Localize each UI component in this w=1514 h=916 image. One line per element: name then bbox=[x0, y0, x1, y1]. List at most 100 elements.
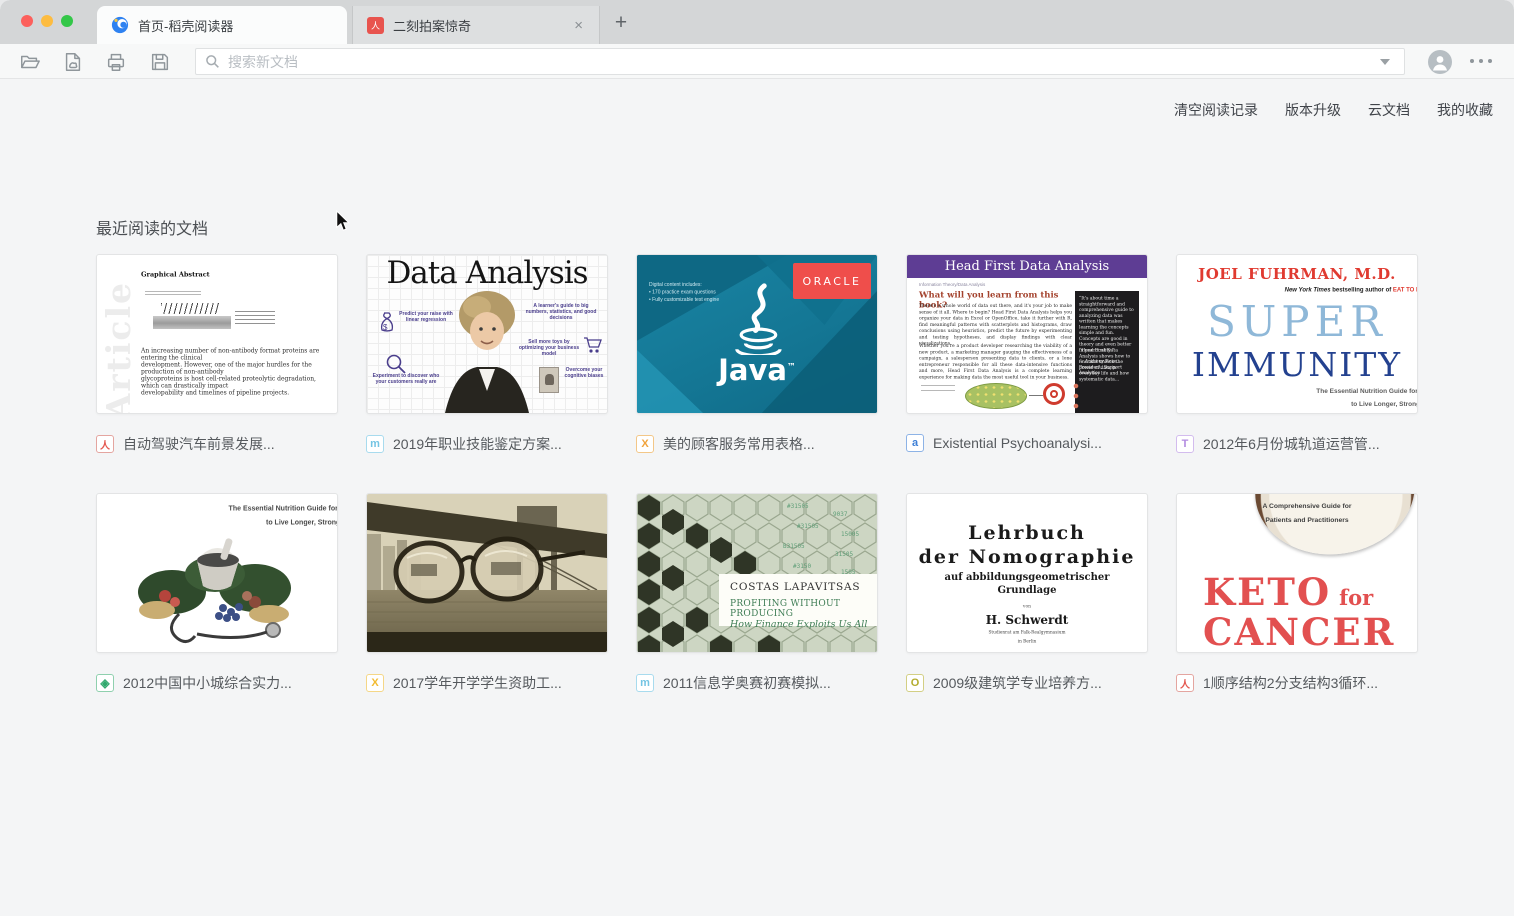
shopping-cart-icon bbox=[583, 335, 603, 355]
mouse-cursor bbox=[335, 210, 350, 233]
file-type-icon-m: m bbox=[636, 674, 654, 692]
document-thumbnail[interactable]: Lehrbuch der Nomographie auf abbildungsg… bbox=[906, 493, 1148, 653]
document-thumbnail[interactable]: JOEL FUHRMAN, M.D. New York Times bestse… bbox=[1176, 254, 1418, 414]
cover-watermark: Article bbox=[99, 281, 138, 414]
new-document-icon[interactable] bbox=[62, 51, 84, 73]
cover-paragraph: Whether you're a product developer resea… bbox=[919, 343, 1072, 381]
cover-paragraph: There's a whole world of data out there,… bbox=[919, 303, 1072, 347]
document-card[interactable]: X 2017学年开学学生资助工... bbox=[366, 493, 608, 693]
document-card[interactable]: JOEL FUHRMAN, M.D. New York Times bestse… bbox=[1176, 254, 1418, 454]
file-type-icon-o: O bbox=[906, 674, 924, 692]
favorites-link[interactable]: 我的收藏 bbox=[1437, 100, 1493, 120]
cover-title: KETOfor bbox=[1203, 570, 1373, 614]
file-type-icon-x: X bbox=[636, 435, 654, 453]
document-title[interactable]: 自动驾驶汽车前景发展... bbox=[123, 434, 275, 454]
cover-subtitle: How Finance Exploits Us All bbox=[730, 619, 877, 630]
document-title[interactable]: 2017学年开学学生资助工... bbox=[393, 673, 562, 693]
clear-history-link[interactable]: 清空阅读记录 bbox=[1174, 100, 1258, 120]
cover-subtitle: auf abbildungsgeometrischer bbox=[907, 572, 1147, 583]
document-card[interactable]: A Comprehensive Guide for Patients and P… bbox=[1176, 493, 1418, 693]
cover-title: der Nomographie bbox=[907, 546, 1147, 568]
cover-title-top: SUPER bbox=[1177, 297, 1417, 346]
window-zoom-button[interactable] bbox=[61, 15, 73, 27]
cover-tagline: New York Times bestselling author of EAT… bbox=[1177, 286, 1418, 293]
oracle-badge: ORACLE bbox=[793, 263, 871, 299]
more-menu-icon[interactable] bbox=[1470, 59, 1498, 63]
document-title[interactable]: 2012中国中小城综合实力... bbox=[123, 673, 292, 693]
search-icon bbox=[205, 54, 220, 69]
document-thumbnail[interactable]: #315059037 #3150515005 B3150531505 #3150… bbox=[636, 493, 878, 653]
svg-text:15005: 15005 bbox=[841, 531, 859, 538]
top-nav-links: 清空阅读记录 版本升级 云文档 我的收藏 bbox=[1174, 100, 1493, 120]
document-title[interactable]: 2012年6月份城轨道运营管... bbox=[1203, 434, 1380, 454]
tab-close-icon[interactable]: × bbox=[572, 17, 585, 34]
document-title[interactable]: Existential Psychoanalysi... bbox=[933, 435, 1102, 451]
cover-title: Java™ bbox=[637, 353, 877, 387]
document-title[interactable]: 2019年职业技能鉴定方案... bbox=[393, 434, 562, 454]
file-type-icon-wps: ◈ bbox=[96, 674, 114, 692]
document-thumbnail[interactable]: The Essential Nutrition Guide for Boosti… bbox=[96, 493, 338, 653]
document-card[interactable]: The Essential Nutrition Guide for Boosti… bbox=[96, 493, 338, 693]
cover-title: Data Analysis bbox=[367, 255, 607, 291]
document-title[interactable]: 2011信息学奥赛初赛模拟... bbox=[663, 673, 831, 693]
toolbar bbox=[0, 44, 1514, 79]
cover-food-illustration bbox=[127, 530, 307, 650]
document-card[interactable]: Head First Data Analysis Information The… bbox=[906, 254, 1148, 454]
search-dropdown-icon[interactable] bbox=[1380, 59, 1390, 65]
cover-text-line: An increasing number of non-antibody for… bbox=[141, 347, 321, 361]
magnifier-icon bbox=[385, 353, 407, 375]
cover-banner: Head First Data Analysis bbox=[907, 255, 1147, 278]
cover-author: JOEL FUHRMAN, M.D. bbox=[1177, 265, 1417, 283]
cover-note: Sell more toys by optimizing your busine… bbox=[517, 339, 581, 357]
document-thumbnail[interactable]: A Comprehensive Guide for Patients and P… bbox=[1176, 493, 1418, 653]
upgrade-link[interactable]: 版本升级 bbox=[1285, 100, 1341, 120]
tab-document-label: 二刻拍案惊奇 bbox=[393, 16, 563, 35]
search-input[interactable] bbox=[220, 54, 1380, 70]
save-icon[interactable] bbox=[149, 51, 171, 73]
window-minimize-button[interactable] bbox=[41, 15, 53, 27]
svg-text:#3150: #3150 bbox=[793, 563, 811, 570]
tab-home[interactable]: 首页-稻壳阅读器 bbox=[97, 6, 347, 44]
document-card[interactable]: #315059037 #3150515005 B3150531505 #3150… bbox=[636, 493, 878, 693]
print-icon[interactable] bbox=[105, 51, 127, 73]
cover-figure-caption bbox=[145, 291, 201, 297]
document-title[interactable]: 美的顾客服务常用表格... bbox=[663, 434, 815, 454]
document-thumbnail[interactable] bbox=[366, 493, 608, 653]
document-card[interactable]: ORACLE Digital content includes: • 170 p… bbox=[636, 254, 878, 454]
search-bar[interactable] bbox=[195, 48, 1405, 75]
document-thumbnail[interactable]: Head First Data Analysis Information The… bbox=[906, 254, 1148, 414]
cover-text-line: The Essential Nutrition Guide for Boosti… bbox=[97, 504, 338, 512]
file-type-icon-t: T bbox=[1176, 435, 1194, 453]
document-thumbnail[interactable]: ORACLE Digital content includes: • 170 p… bbox=[636, 254, 878, 414]
document-thumbnail[interactable]: Data Analysis $ Predict your raise with … bbox=[366, 254, 608, 414]
user-avatar[interactable] bbox=[1428, 50, 1452, 74]
file-type-icon-a: a bbox=[906, 434, 924, 452]
new-tab-button[interactable]: + bbox=[608, 10, 634, 36]
cover-subtitle: to Live Longer, Stronger, and Disease Fr… bbox=[1177, 400, 1418, 408]
cover-diagram-target bbox=[1043, 383, 1065, 405]
tab-document[interactable]: 人 二刻拍案惊奇 × bbox=[352, 6, 600, 44]
cover-title-bottom: IMMUNITY bbox=[1177, 345, 1417, 384]
cover-diagram-dots bbox=[1071, 381, 1081, 411]
document-card[interactable]: Lehrbuch der Nomographie auf abbildungsg… bbox=[906, 493, 1148, 693]
document-card[interactable]: Article Graphical Abstract An increasing… bbox=[96, 254, 338, 454]
file-type-icon-pdf: 人 bbox=[1176, 674, 1194, 692]
cover-title: CANCER bbox=[1203, 610, 1395, 653]
file-type-icon-pdf: 人 bbox=[96, 435, 114, 453]
cover-quote-box: “It's about time a straightforward and c… bbox=[1075, 291, 1139, 413]
window-close-button[interactable] bbox=[21, 15, 33, 27]
document-title[interactable]: 1顺序结构2分支结构3循环... bbox=[1203, 673, 1378, 693]
cover-bridge-photo bbox=[367, 494, 607, 652]
file-type-icon-m: m bbox=[366, 435, 384, 453]
document-card[interactable]: Data Analysis $ Predict your raise with … bbox=[366, 254, 608, 454]
open-folder-icon[interactable] bbox=[19, 51, 41, 73]
svg-text:#31505: #31505 bbox=[787, 503, 809, 510]
cover-author: H. Schwerdt bbox=[907, 613, 1147, 627]
document-title[interactable]: 2009级建筑学专业培养方... bbox=[933, 673, 1102, 693]
document-thumbnail[interactable]: Article Graphical Abstract An increasing… bbox=[96, 254, 338, 414]
cloud-docs-link[interactable]: 云文档 bbox=[1368, 100, 1410, 120]
money-bag-icon: $ bbox=[375, 311, 397, 337]
cover-von: von bbox=[907, 604, 1147, 609]
cover-text-line: to Live Longer, Stronger, and Disease Fr… bbox=[97, 518, 338, 526]
cover-figure-blot bbox=[153, 316, 231, 329]
